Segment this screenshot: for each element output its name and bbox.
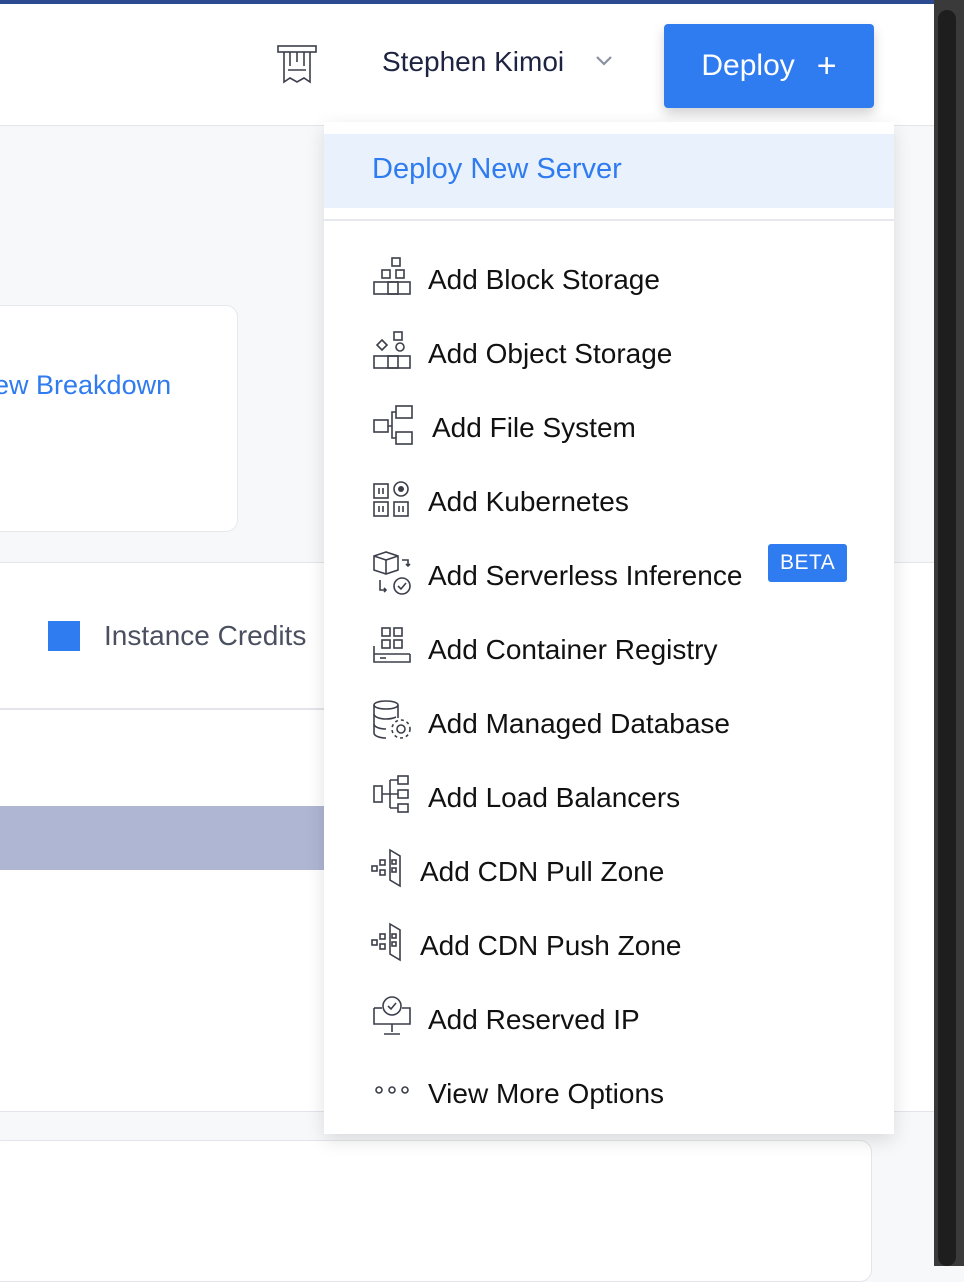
panel-divider xyxy=(0,708,340,710)
menu-item-cdn-pull-zone[interactable]: Add CDN Pull Zone xyxy=(324,844,894,904)
menu-item-cdn-push-zone[interactable]: Add CDN Push Zone xyxy=(324,918,894,978)
deploy-new-server-label: Deploy New Server xyxy=(372,153,622,185)
menu-item-container-registry[interactable]: Add Container Registry xyxy=(324,622,894,682)
kubernetes-icon xyxy=(373,481,409,517)
instance-credits-legend-swatch xyxy=(48,621,80,651)
menu-item-label: Add CDN Pull Zone xyxy=(420,856,665,887)
object-storage-icon xyxy=(373,331,411,369)
serverless-inference-icon xyxy=(373,551,411,595)
scrollbar-thumb[interactable] xyxy=(938,10,956,1266)
block-storage-icon xyxy=(373,257,411,295)
menu-item-file-system[interactable]: Add File System xyxy=(324,400,894,460)
managed-database-icon xyxy=(373,700,411,739)
container-registry-icon xyxy=(373,627,411,663)
menu-item-kubernetes[interactable]: Add Kubernetes xyxy=(324,474,894,534)
cdn-pull-zone-icon xyxy=(371,848,401,888)
deploy-new-server-item[interactable]: Deploy New Server xyxy=(324,134,894,208)
lower-card xyxy=(0,1140,872,1282)
menu-item-label: Add Object Storage xyxy=(428,338,673,369)
menu-item-block-storage[interactable]: Add Block Storage xyxy=(324,252,894,312)
chevron-down-icon[interactable] xyxy=(594,54,614,68)
user-menu-name[interactable]: Stephen Kimoi xyxy=(382,46,564,78)
menu-item-label: Add Container Registry xyxy=(428,634,718,665)
menu-item-label: Add Serverless Inference xyxy=(428,560,743,591)
usage-bar xyxy=(0,806,340,870)
more-options-icon xyxy=(375,1086,409,1094)
dropdown-separator xyxy=(324,219,894,221)
load-balancer-icon xyxy=(373,775,409,813)
menu-item-serverless-inference[interactable]: Add Serverless Inference BETA xyxy=(324,544,894,608)
menu-item-load-balancers[interactable]: Add Load Balancers xyxy=(324,770,894,830)
menu-item-label: View More Options xyxy=(428,1078,665,1109)
reserved-ip-icon xyxy=(373,996,411,1035)
deploy-button-label: Deploy xyxy=(701,49,795,82)
menu-item-label: Add Reserved IP xyxy=(428,1004,640,1035)
deploy-button[interactable]: Deploy + xyxy=(664,24,874,108)
menu-item-label: Add Load Balancers xyxy=(428,782,681,813)
beta-badge: BETA xyxy=(768,544,848,582)
menu-item-label: Add Managed Database xyxy=(428,708,730,739)
top-header: Stephen Kimoi Deploy + xyxy=(0,4,934,126)
deploy-dropdown-menu: Deploy New Server Add Block Storage Add … xyxy=(324,122,894,1134)
menu-item-label: Add CDN Push Zone xyxy=(420,930,682,961)
menu-item-label: Add Kubernetes xyxy=(428,486,629,517)
billing-icon[interactable] xyxy=(276,42,318,86)
billing-summary-card xyxy=(0,305,238,532)
plus-icon: + xyxy=(816,47,837,85)
menu-item-managed-database[interactable]: Add Managed Database xyxy=(324,696,894,756)
cdn-push-zone-icon xyxy=(371,922,401,962)
file-system-icon xyxy=(373,405,413,445)
menu-item-label: Add Block Storage xyxy=(428,264,660,295)
instance-credits-legend-label: Instance Credits xyxy=(104,620,307,651)
menu-item-object-storage[interactable]: Add Object Storage xyxy=(324,326,894,386)
view-breakdown-link[interactable]: ew Breakdown xyxy=(0,370,171,401)
menu-item-label: Add File System xyxy=(432,412,636,443)
menu-item-reserved-ip[interactable]: Add Reserved IP xyxy=(324,992,894,1052)
menu-item-view-more-options[interactable]: View More Options xyxy=(324,1066,894,1126)
